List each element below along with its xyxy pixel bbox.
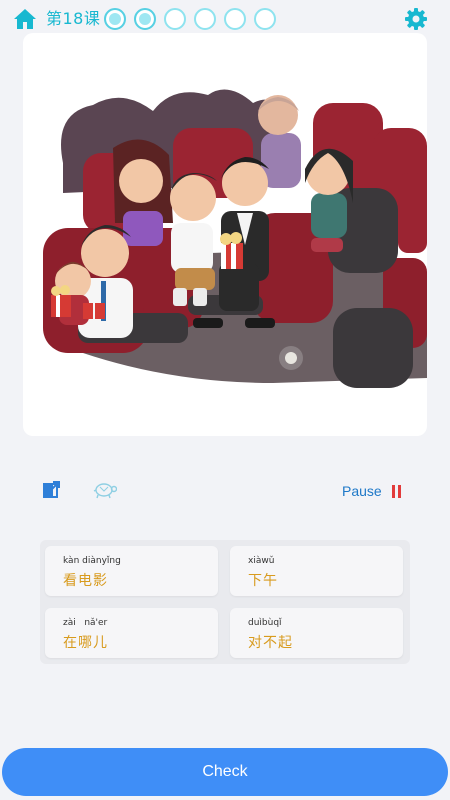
progress-dot-complete — [134, 8, 156, 30]
word-option[interactable]: zài nǎ'er 在哪儿 — [45, 608, 218, 658]
progress-dot — [194, 8, 216, 30]
pause-button[interactable]: Pause — [342, 479, 401, 503]
word-pinyin: duìbùqǐ — [248, 618, 282, 628]
pause-icon — [391, 484, 401, 498]
word-pinyin: xiàwǔ — [248, 556, 275, 566]
lesson-image-card — [23, 33, 427, 436]
word-choices: kàn diànyǐng 看电影 xiàwǔ 下午 zài nǎ'er 在哪儿 … — [40, 540, 410, 664]
word-hanzi: 下午 — [248, 573, 278, 589]
progress-dot — [224, 8, 246, 30]
word-option[interactable]: duìbùqǐ 对不起 — [230, 608, 403, 658]
word-hanzi: 对不起 — [248, 635, 293, 651]
word-option[interactable]: xiàwǔ 下午 — [230, 546, 403, 596]
lesson-title: 第18课 — [46, 9, 101, 28]
share-icon[interactable] — [43, 480, 61, 498]
progress-dot — [254, 8, 276, 30]
cinema-illustration — [43, 89, 427, 388]
check-button[interactable]: Check — [2, 748, 448, 796]
pause-label: Pause — [342, 483, 382, 499]
word-option[interactable]: kàn diànyǐng 看电影 — [45, 546, 218, 596]
word-hanzi: 看电影 — [63, 573, 108, 589]
progress-indicator — [104, 8, 276, 30]
word-pinyin: kàn diànyǐng — [63, 556, 121, 566]
word-pinyin: zài nǎ'er — [63, 618, 108, 628]
word-hanzi: 在哪儿 — [63, 635, 108, 651]
turtle-icon[interactable] — [93, 479, 117, 499]
progress-dot — [164, 8, 186, 30]
audio-controls: Pause — [0, 476, 450, 506]
progress-dot-complete — [104, 8, 126, 30]
home-icon[interactable] — [13, 8, 37, 30]
gear-icon[interactable] — [404, 7, 428, 31]
